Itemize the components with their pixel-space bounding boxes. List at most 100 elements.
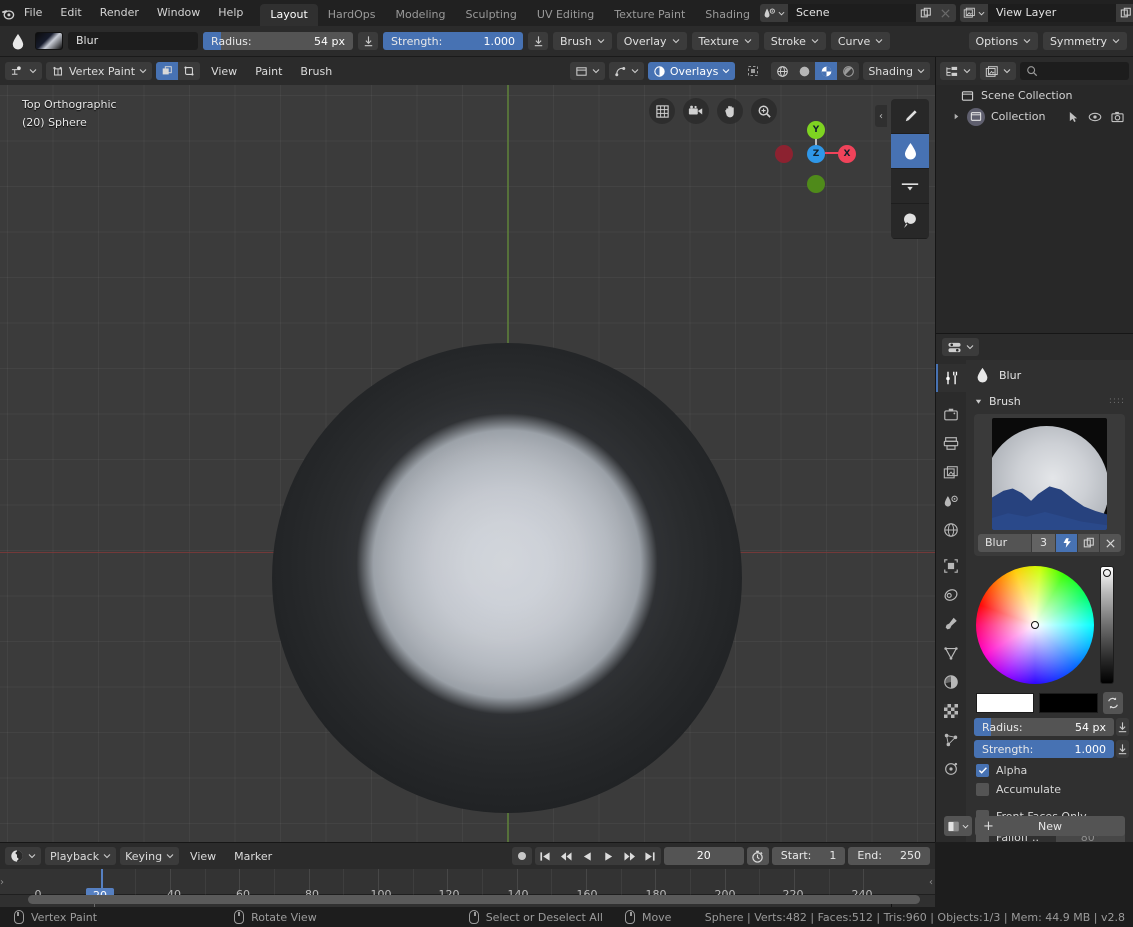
- overlays-popover[interactable]: Overlays: [647, 62, 736, 80]
- brush-datablock-name[interactable]: Blur: [978, 534, 1031, 552]
- unlink-brush-button[interactable]: [1100, 534, 1121, 552]
- zoom-icon[interactable]: [751, 98, 777, 124]
- outliner-display-mode-selector[interactable]: [980, 62, 1016, 80]
- radius-slider[interactable]: Radius: 54 px: [203, 32, 353, 50]
- properties-strength-slider[interactable]: Strength: 1.000: [974, 740, 1114, 758]
- wireframe-shading-button[interactable]: [771, 62, 793, 80]
- alpha-checkbox-row[interactable]: Alpha: [976, 764, 1125, 777]
- paint-mask-toggles[interactable]: [156, 62, 201, 80]
- menu-render[interactable]: Render: [91, 3, 148, 23]
- transform-orientation-popover[interactable]: [569, 62, 605, 80]
- gizmo-axis-neg-y[interactable]: [807, 175, 825, 193]
- scene-icon[interactable]: [759, 4, 788, 22]
- strength-pressure-toggle[interactable]: [528, 32, 548, 50]
- viewport-canvas[interactable]: Top Orthographic (20) Sphere Y Z X ‹: [0, 85, 935, 842]
- properties-editor-type-selector[interactable]: [942, 338, 979, 356]
- outliner-editor-type-selector[interactable]: [940, 62, 976, 80]
- timeline-scrollbar[interactable]: [0, 894, 935, 905]
- blender-logo-icon[interactable]: [0, 0, 15, 26]
- outliner-row-collection[interactable]: Collection: [936, 106, 1133, 127]
- current-frame-field[interactable]: 20: [663, 847, 744, 865]
- scene-unlink-button[interactable]: [935, 4, 956, 22]
- rendered-shading-button[interactable]: [837, 62, 859, 80]
- editor-type-selector[interactable]: [5, 62, 42, 80]
- view-layer-new-button[interactable]: [1115, 4, 1133, 22]
- overlay-popover[interactable]: Overlay: [616, 32, 687, 50]
- color-value-knob[interactable]: [1103, 569, 1111, 577]
- timeline-right-arrow-icon[interactable]: ‹: [929, 877, 933, 888]
- gizmo-axis-z[interactable]: Z: [807, 145, 825, 163]
- menu-file[interactable]: File: [15, 3, 51, 23]
- brush-panel-header[interactable]: Brush ::::: [966, 390, 1133, 412]
- menu-edit[interactable]: Edit: [51, 3, 90, 23]
- timeline-left-arrow-icon[interactable]: ›: [0, 877, 4, 888]
- draw-brush-tool[interactable]: [891, 99, 929, 134]
- blur-tool[interactable]: [891, 134, 929, 169]
- render-camera-icon[interactable]: [1111, 111, 1124, 123]
- brush-preview-thumbnail[interactable]: [35, 32, 63, 50]
- brush-popover[interactable]: Brush: [553, 32, 612, 50]
- stroke-popover[interactable]: Stroke: [763, 32, 826, 50]
- material-preview-button[interactable]: [815, 62, 838, 80]
- outliner-row-scene-collection[interactable]: Scene Collection: [936, 85, 1133, 106]
- sidebar-expand-arrow-icon[interactable]: ‹: [875, 105, 887, 127]
- play-reverse-button[interactable]: [576, 847, 598, 865]
- grid-icon[interactable]: [649, 98, 675, 124]
- viewport-shading-modes[interactable]: [771, 62, 860, 80]
- average-tool[interactable]: [891, 169, 929, 204]
- playback-popover[interactable]: Playback: [45, 847, 117, 865]
- new-button[interactable]: + New: [975, 816, 1125, 836]
- tool-properties-tab[interactable]: [936, 364, 966, 392]
- timeline-editor-type-selector[interactable]: [5, 847, 41, 865]
- strength-slider[interactable]: Strength: 1.000: [383, 32, 523, 50]
- object-constraints-tab[interactable]: [936, 639, 966, 667]
- hand-icon[interactable]: [717, 98, 743, 124]
- properties-strength-pressure-toggle[interactable]: [1116, 740, 1129, 758]
- smear-tool[interactable]: [891, 204, 929, 239]
- properties-radius-slider[interactable]: Radius: 54 px: [974, 718, 1114, 736]
- interaction-mode-selector[interactable]: Vertex Paint: [46, 62, 153, 80]
- curve-popover[interactable]: Curve: [830, 32, 891, 50]
- scene-name-field[interactable]: Scene: [787, 4, 916, 22]
- workspace-tab-shading[interactable]: Shading: [695, 4, 760, 26]
- scene-selector[interactable]: Scene: [759, 4, 956, 22]
- radius-pressure-toggle[interactable]: [358, 32, 378, 50]
- view-layer-selector[interactable]: View Layer: [959, 4, 1133, 22]
- gizmo-axis-neg-x[interactable]: [775, 145, 793, 163]
- sphere-object[interactable]: [272, 343, 742, 813]
- vertex-mask-toggle[interactable]: [178, 62, 200, 80]
- view-layer-tab[interactable]: [936, 458, 966, 486]
- snapping-popover[interactable]: [608, 62, 644, 80]
- viewport-menu-brush[interactable]: Brush: [293, 62, 339, 80]
- record-icon[interactable]: [511, 847, 532, 865]
- accumulate-checkbox[interactable]: [976, 783, 989, 796]
- scene-tab[interactable]: [936, 487, 966, 515]
- start-frame-value[interactable]: 1: [820, 847, 845, 865]
- physics-tab[interactable]: [936, 610, 966, 638]
- solid-shading-button[interactable]: [793, 62, 815, 80]
- new-brush-copy-button[interactable]: [1078, 534, 1099, 552]
- outliner-search-input[interactable]: [1020, 62, 1129, 80]
- swap-colors-button[interactable]: [1102, 692, 1124, 714]
- xray-toggle[interactable]: [739, 62, 767, 80]
- texture-popover[interactable]: Texture: [691, 32, 759, 50]
- color-value-slider[interactable]: [1100, 566, 1114, 684]
- play-button[interactable]: [597, 847, 619, 865]
- workspace-tab-texture-paint[interactable]: Texture Paint: [604, 4, 695, 26]
- workspace-tab-sculpting[interactable]: Sculpting: [456, 4, 527, 26]
- visibility-eye-icon[interactable]: [1088, 112, 1102, 122]
- symmetry-popover[interactable]: Symmetry: [1042, 32, 1127, 50]
- scene-new-button[interactable]: [915, 4, 936, 22]
- accumulate-checkbox-row[interactable]: Accumulate: [976, 783, 1125, 796]
- brush-name-field[interactable]: Blur: [68, 32, 198, 50]
- workspace-tab-layout[interactable]: Layout: [260, 4, 318, 26]
- view-layer-icon[interactable]: [959, 4, 988, 22]
- next-keyframe-button[interactable]: [618, 847, 640, 865]
- particles-tab[interactable]: [936, 755, 966, 783]
- prev-keyframe-button[interactable]: [555, 847, 577, 865]
- viewport-menu-view[interactable]: View: [204, 62, 244, 80]
- keying-popover[interactable]: Keying: [120, 847, 180, 865]
- output-tab[interactable]: [936, 429, 966, 457]
- brush-browse-dropdown[interactable]: [944, 816, 972, 836]
- workspace-tab-hardops[interactable]: HardOps: [318, 4, 386, 26]
